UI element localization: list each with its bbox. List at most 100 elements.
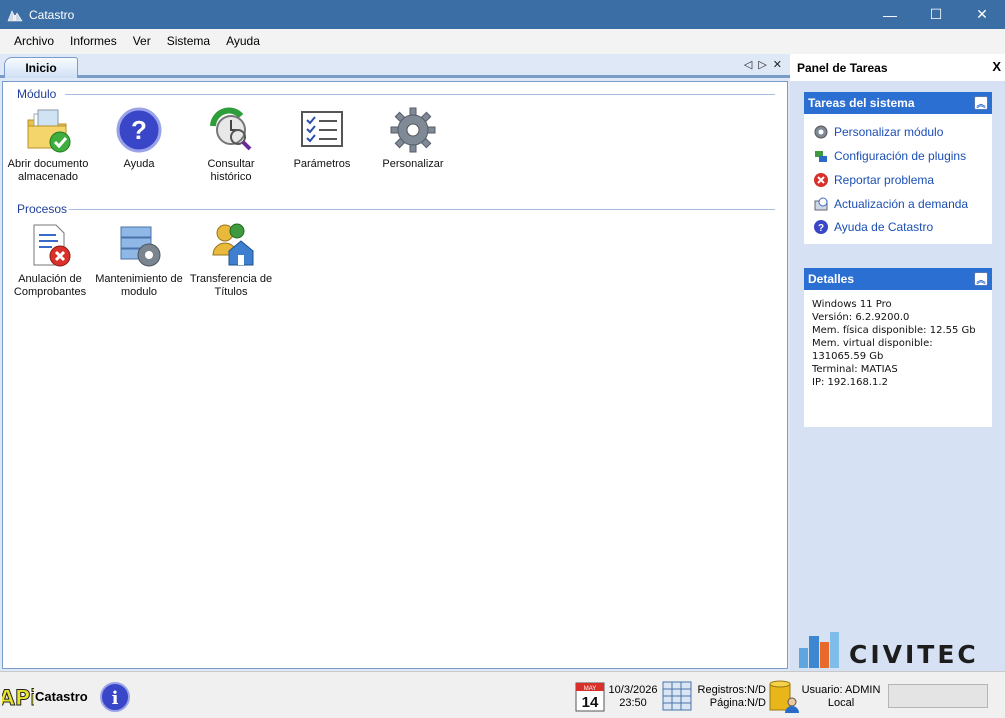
status-bar: APi Catastro i MAY 14 10/3/2026 23:50 Re… — [0, 671, 1005, 718]
tile-label: Personalizar — [382, 158, 444, 170]
detail-virtual-memory-label: Mem. virtual disponible: — [812, 338, 933, 349]
status-ubicacion: Local — [827, 697, 855, 709]
app-icon — [7, 9, 23, 21]
history-icon — [210, 107, 252, 151]
details-group: Detalles ︽ Windows 11 Pro Versión: 6.2.9… — [804, 268, 992, 427]
svg-text:i: i — [112, 688, 119, 709]
task-label: Configuración de plugins — [834, 149, 967, 163]
tile-label: Mantenimiento de modulo — [95, 273, 183, 298]
tile-label: Anulación de Comprobantes — [13, 273, 87, 298]
menu-informes[interactable]: Informes — [62, 29, 125, 54]
calendar-icon: MAY 14 — [575, 682, 605, 712]
tile-transferencia-titulos[interactable]: Transferencia de Títulos — [186, 221, 276, 299]
tab-next-icon[interactable]: ▷ — [758, 58, 766, 71]
task-configuracion-plugins[interactable]: Configuración de plugins — [804, 144, 992, 168]
tile-anulacion-comprobantes[interactable]: Anulación de Comprobantes — [5, 221, 95, 299]
status-usuario: Usuario: ADMIN — [801, 684, 881, 696]
help-icon: ? — [116, 107, 162, 153]
tile-label: Abrir documento almacenado — [7, 158, 89, 183]
main-area: Inicio ◁ ▷ ✕ Módulo Abrir documento alma… — [0, 54, 790, 671]
minimize-button[interactable]: — — [867, 0, 913, 29]
maximize-icon: ☐ — [929, 6, 943, 22]
task-panel: Panel de Tareas X Tareas del sistema ︽ P… — [790, 54, 1005, 671]
info-icon[interactable]: i — [99, 681, 131, 713]
task-personalizar-modulo[interactable]: Personalizar módulo — [804, 120, 992, 144]
tile-label: Ayuda — [123, 158, 155, 170]
task-ayuda-catastro[interactable]: ? Ayuda de Catastro — [804, 216, 992, 238]
tab-strip: Inicio ◁ ▷ ✕ — [0, 54, 790, 78]
menu-bar: Archivo Informes Ver Sistema Ayuda — [0, 29, 1005, 54]
svg-text:?: ? — [818, 223, 824, 234]
transfer-house-icon — [212, 223, 254, 266]
status-user: Usuario: ADMIN Local — [800, 684, 882, 710]
detail-os: Windows 11 Pro — [812, 299, 892, 310]
calendar-day: 14 — [582, 694, 599, 711]
tile-label: Parámetros — [293, 158, 351, 170]
task-reportar-problema[interactable]: Reportar problema — [804, 168, 992, 192]
civitec-logo-text: CIVITEC — [849, 640, 979, 669]
window-title: Catastro — [29, 7, 75, 22]
maximize-button[interactable]: ☐ — [913, 0, 959, 29]
task-panel-title: Panel de Tareas — [797, 60, 888, 75]
status-time: 23:50 — [619, 697, 647, 709]
task-panel-close-button[interactable]: X — [992, 59, 1001, 74]
tile-abrir-documento[interactable]: Abrir documento almacenado — [3, 106, 93, 184]
section-divider — [65, 94, 775, 95]
detail-virtual-memory-value: 131065.59 Gb — [812, 351, 884, 362]
menu-ver[interactable]: Ver — [125, 29, 159, 54]
help-icon: ? — [814, 220, 828, 234]
plugin-icon — [815, 151, 827, 162]
menu-ayuda[interactable]: Ayuda — [218, 29, 268, 54]
system-tasks-header[interactable]: Tareas del sistema ︽ — [804, 92, 992, 114]
home-content: Módulo Abrir documento almacenado ? Ayud… — [2, 81, 788, 669]
api-logo-text: APi — [2, 686, 34, 710]
gear-icon — [814, 125, 828, 139]
tile-consultar-historico[interactable]: Consultar histórico — [186, 106, 276, 184]
tile-label: Transferencia de Títulos — [189, 273, 273, 298]
collapse-icon[interactable]: ︽ — [974, 272, 988, 286]
task-label: Ayuda de Catastro — [834, 220, 934, 234]
section-title-modulo: Módulo — [17, 87, 57, 101]
tab-prev-icon[interactable]: ◁ — [744, 58, 752, 71]
civitec-logo: CIVITEC — [797, 628, 979, 668]
status-date: 10/3/2026 — [608, 684, 658, 696]
menu-archivo[interactable]: Archivo — [6, 29, 62, 54]
cancel-document-icon — [33, 224, 71, 267]
minimize-icon: — — [883, 6, 897, 23]
close-button[interactable]: ✕ — [959, 0, 1005, 29]
tile-ayuda[interactable]: ? Ayuda — [94, 106, 184, 171]
database-user-icon — [769, 680, 799, 713]
title-bar: Catastro — ☐ ✕ — [0, 0, 1005, 29]
tile-personalizar[interactable]: Personalizar — [368, 106, 458, 171]
details-header[interactable]: Detalles ︽ — [804, 268, 992, 290]
status-progress-box — [888, 684, 988, 708]
tab-close-icon[interactable]: ✕ — [773, 58, 782, 71]
detail-ip: IP: 192.168.1.2 — [812, 377, 888, 388]
close-icon: ✕ — [976, 6, 988, 22]
svg-text:?: ? — [131, 115, 147, 145]
detail-physical-memory: Mem. física disponible: 12.55 Gb — [812, 325, 976, 336]
section-divider — [69, 209, 775, 210]
task-actualizacion-demanda[interactable]: Actualización a demanda — [804, 192, 992, 216]
tab-inicio[interactable]: Inicio — [4, 57, 78, 78]
task-panel-header: Panel de Tareas X — [790, 54, 1005, 81]
tile-parametros[interactable]: Parámetros — [277, 106, 367, 171]
gear-icon — [390, 107, 436, 153]
system-tasks-group: Tareas del sistema ︽ Personalizar módulo… — [804, 92, 992, 244]
menu-sistema[interactable]: Sistema — [159, 29, 218, 54]
calendar-month: MAY — [584, 686, 597, 692]
building-icon — [799, 632, 839, 668]
detail-version: Versión: 6.2.9200.0 — [812, 312, 910, 323]
error-icon — [814, 173, 828, 187]
tile-mantenimiento-modulo[interactable]: Mantenimiento de modulo — [94, 221, 184, 299]
status-records: Registros:N/D Página:N/D — [694, 684, 766, 710]
collapse-icon[interactable]: ︽ — [974, 96, 988, 110]
details-title: Detalles — [808, 272, 855, 286]
status-pagina: Página:N/D — [709, 697, 766, 709]
folder-check-icon — [27, 109, 71, 153]
section-title-procesos: Procesos — [17, 202, 68, 216]
task-label: Actualización a demanda — [834, 197, 969, 211]
task-label: Personalizar módulo — [834, 125, 944, 139]
status-registros: Registros:N/D — [697, 684, 766, 696]
system-tasks-title: Tareas del sistema — [808, 96, 915, 110]
